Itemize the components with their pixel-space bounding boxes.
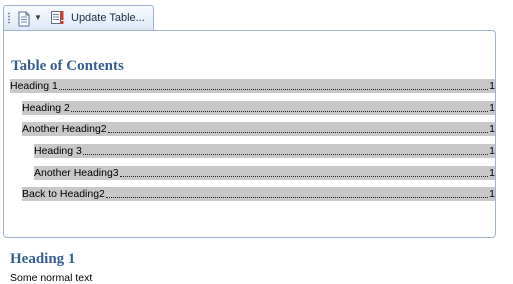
toc-entry-text: Back to Heading2	[22, 188, 105, 200]
chevron-down-icon[interactable]: ▼	[33, 12, 43, 24]
toc-leader	[70, 111, 489, 112]
toc-page-number: 1	[489, 167, 495, 179]
toc-entry-text: Heading 3	[34, 145, 82, 157]
toc-page-number: 1	[489, 145, 495, 157]
toc-entry[interactable]: Heading 3 1	[34, 144, 495, 158]
toc-entry[interactable]: Back to Heading2 1	[22, 187, 495, 201]
toc-leader	[82, 154, 489, 155]
toc-page-number: 1	[489, 188, 495, 200]
toc-page-number: 1	[489, 80, 495, 92]
toc-title: Table of Contents	[11, 58, 124, 74]
toc-entry-text: Heading 1	[10, 80, 58, 92]
toc-entry-text: Another Heading3	[34, 167, 119, 179]
toc-entry[interactable]: Another Heading3 1	[34, 166, 495, 180]
update-table-icon	[51, 11, 64, 24]
toc-entry[interactable]: Heading 2 1	[22, 101, 495, 115]
content-control-tab: ▼ Update Table...	[3, 5, 154, 30]
toc-entry-text: Another Heading2	[22, 123, 107, 135]
update-table-button[interactable]: Update Table...	[46, 8, 152, 28]
toc-entry-text: Heading 2	[22, 102, 70, 114]
update-table-label: Update Table...	[71, 12, 145, 24]
body-normal-text: Some normal text	[10, 272, 93, 284]
grip-icon[interactable]	[8, 12, 10, 24]
document-icon[interactable]	[17, 11, 31, 27]
toc-entry[interactable]: Another Heading2 1	[22, 122, 495, 136]
toc-page-number: 1	[489, 102, 495, 114]
toc-leader	[105, 197, 489, 198]
toc-leader	[58, 89, 489, 90]
toc-entry[interactable]: Heading 1 1	[10, 79, 495, 93]
toc-page-number: 1	[489, 123, 495, 135]
toc-leader	[107, 132, 489, 133]
toc-leader	[119, 176, 489, 177]
body-heading-1: Heading 1	[10, 251, 76, 267]
